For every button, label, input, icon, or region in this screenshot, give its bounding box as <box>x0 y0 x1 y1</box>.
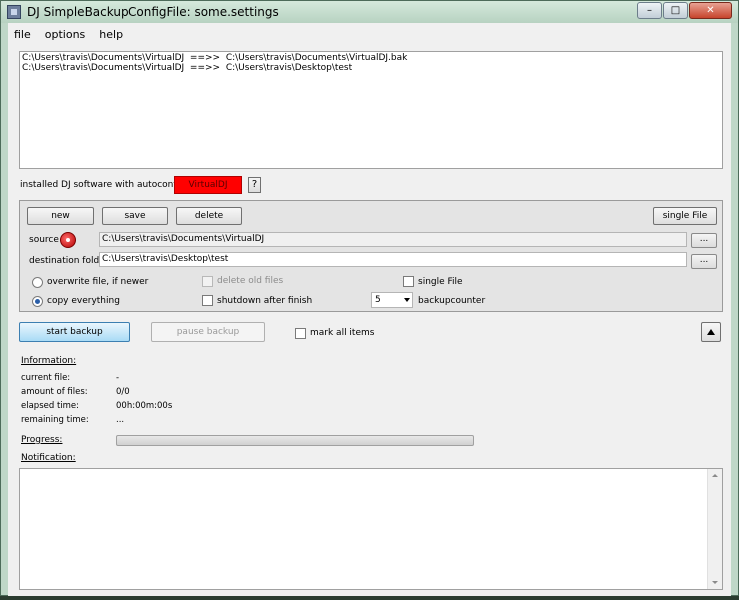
config-file-label: ConfigFile: some.settings <box>128 5 279 19</box>
progress-heading: Progress: <box>21 435 63 445</box>
overwrite-label: overwrite file, if newer <box>47 277 149 287</box>
delete-old-files-label: delete old files <box>217 276 284 286</box>
current-file-value: - <box>116 373 120 383</box>
amount-of-files-value: 0/0 <box>116 387 130 397</box>
mark-all-label: mark all items <box>310 328 375 338</box>
destination-field[interactable]: C:\Users\travis\Desktop\test <box>99 252 687 267</box>
menu-file[interactable]: file <box>8 27 37 43</box>
notification-scrollbar[interactable] <box>707 469 722 589</box>
single-file-label: single File <box>418 277 463 287</box>
notification-heading: Notification: <box>21 453 76 463</box>
backup-job-list[interactable]: C:\Users\travis\Documents\VirtualDJ ==>>… <box>19 51 723 169</box>
backupcounter-select[interactable]: 5 <box>371 292 413 308</box>
collapse-button[interactable] <box>701 322 721 342</box>
delete-button[interactable]: delete <box>176 207 242 225</box>
destination-browse-button[interactable]: ... <box>691 254 717 269</box>
job-editor-panel: new save delete single File source C:\Us… <box>19 200 723 312</box>
backupcounter-value: 5 <box>375 295 381 305</box>
destination-label: destination folder <box>29 256 109 266</box>
source-browse-button[interactable]: ... <box>691 233 717 248</box>
shutdown-checkbox[interactable] <box>202 295 213 306</box>
app-icon <box>7 5 21 19</box>
save-button[interactable]: save <box>102 207 168 225</box>
client-area: file options help C:\Users\travis\Docume… <box>8 23 731 596</box>
amount-of-files-label: amount of files: <box>21 387 88 397</box>
menu-help[interactable]: help <box>93 27 129 43</box>
progress-bar <box>116 435 474 446</box>
information-heading: Information: <box>21 356 77 366</box>
elapsed-time-label: elapsed time: <box>21 401 80 411</box>
caption-buttons: – □ ✕ <box>636 2 732 19</box>
list-item[interactable]: C:\Users\travis\Documents\VirtualDJ ==>>… <box>22 63 720 73</box>
remaining-time-value: ... <box>116 415 125 425</box>
maximize-button[interactable]: □ <box>663 2 688 19</box>
remaining-time-label: remaining time: <box>21 415 89 425</box>
source-field[interactable]: C:\Users\travis\Documents\VirtualDJ <box>99 232 687 247</box>
list-item[interactable]: C:\Users\travis\Documents\VirtualDJ ==>>… <box>22 53 720 63</box>
scroll-down-icon[interactable] <box>712 581 718 584</box>
menu-bar: file options help <box>8 27 131 43</box>
start-backup-button[interactable]: start backup <box>19 322 130 342</box>
single-file-button[interactable]: single File <box>653 207 717 225</box>
shutdown-label: shutdown after finish <box>217 296 313 306</box>
current-file-label: current file: <box>21 373 71 383</box>
minimize-button[interactable]: – <box>637 2 662 19</box>
overwrite-radio[interactable] <box>32 277 43 288</box>
backupcounter-label: backupcounter <box>418 296 486 306</box>
new-button[interactable]: new <box>27 207 94 225</box>
menu-options[interactable]: options <box>39 27 92 43</box>
main-window: DJ SimpleBackup ConfigFile: some.setting… <box>0 0 739 596</box>
title-bar[interactable]: DJ SimpleBackup ConfigFile: some.setting… <box>1 1 738 23</box>
close-button[interactable]: ✕ <box>689 2 732 19</box>
mark-all-checkbox[interactable] <box>295 328 306 339</box>
elapsed-time-value: 00h:00m:00s <box>116 401 173 411</box>
virtualdj-source-icon[interactable] <box>60 232 76 248</box>
notification-box[interactable] <box>19 468 723 590</box>
source-label: source <box>29 235 59 245</box>
pause-backup-button[interactable]: pause backup <box>151 322 265 342</box>
scroll-up-icon[interactable] <box>712 474 718 477</box>
single-file-checkbox[interactable] <box>403 276 414 287</box>
autoconfig-label: installed DJ software with autoconfig: <box>20 180 188 190</box>
chevron-down-icon <box>404 298 410 302</box>
taskbar-strip <box>0 596 739 600</box>
virtualdj-autoconfig-button[interactable]: VirtualDJ <box>174 176 242 194</box>
autoconfig-help-button[interactable]: ? <box>248 177 261 193</box>
copy-everything-label: copy everything <box>47 296 120 306</box>
delete-old-files-checkbox[interactable] <box>202 276 213 287</box>
copy-everything-radio[interactable] <box>32 296 43 307</box>
window-title: DJ SimpleBackup <box>27 5 129 19</box>
